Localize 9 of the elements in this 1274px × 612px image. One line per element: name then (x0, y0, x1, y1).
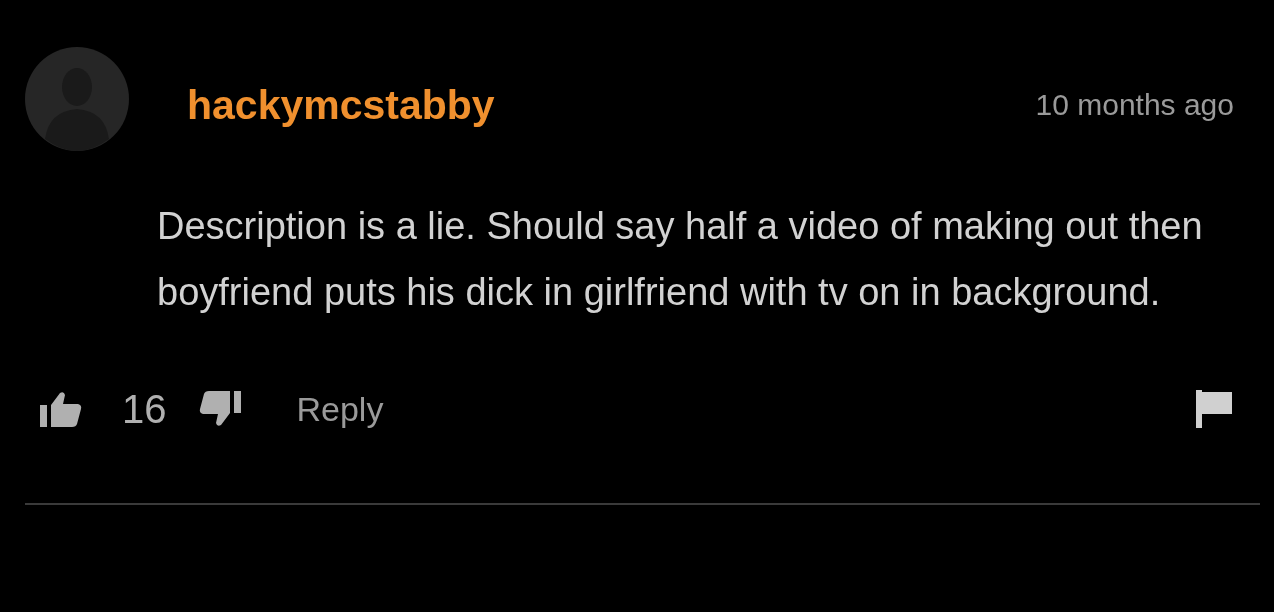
username-link[interactable]: hackymcstabby (187, 80, 495, 130)
avatar-icon (25, 47, 129, 151)
timestamp: 10 months ago (1035, 87, 1234, 123)
thumbs-up-icon[interactable] (40, 391, 82, 427)
comment-text: Description is a lie. Should say half a video of making out then boyfriend puts his dick in girlfriend with tv on in background. (157, 204, 1204, 315)
thumbs-down-icon[interactable] (198, 391, 241, 427)
reply-link[interactable]: Reply (296, 387, 384, 431)
like-count: 16 (122, 386, 167, 433)
flag-icon[interactable] (1196, 390, 1232, 428)
